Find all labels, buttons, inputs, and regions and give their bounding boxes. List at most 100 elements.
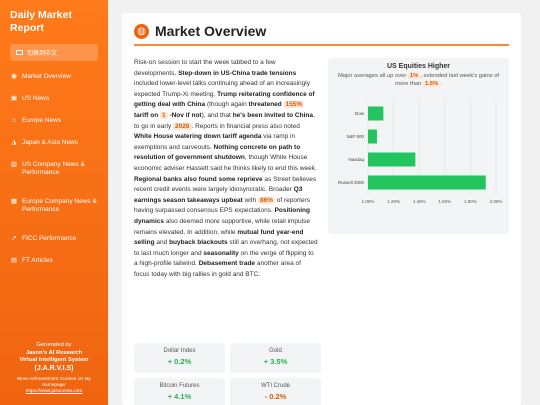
- article-bold: Step-down in US-China trade tensions: [178, 69, 297, 77]
- asset-change: - 0.2%: [264, 392, 287, 401]
- article-span: (though again: [206, 101, 247, 109]
- article-bold: White House watering down tariff agenda: [134, 133, 262, 141]
- language-toggle-label: 切换到中文: [27, 51, 58, 57]
- sidebar-item-market-overview[interactable]: ◉ Market Overview: [0, 73, 108, 81]
- article-span: with: [244, 196, 257, 204]
- x-tick-label: 1.40%: [413, 199, 426, 204]
- sidebar-item-europe-company-news-performance[interactable]: ▦ Europe Company News & Performance: [0, 198, 108, 214]
- chart-subtitle: Major averages all up over 1%, extended …: [334, 72, 503, 88]
- sidebar-item-europe-news[interactable]: ⌂ Europe News: [0, 117, 108, 125]
- sidebar-item-label: FT Articles: [22, 257, 53, 264]
- chart-icon: ↗: [11, 235, 17, 242]
- article-bold: Regional banks also found some reprieve: [134, 175, 263, 183]
- x-tick-label: 1.80%: [464, 199, 477, 204]
- bar-dow: [368, 106, 384, 121]
- sidebar-item-label: FICC Performance: [22, 235, 77, 242]
- asset-name: Gold: [269, 348, 282, 354]
- y-category-label: Nasdaq: [348, 157, 364, 162]
- homepage-link[interactable]: https://www.jasonzeta.com: [26, 389, 83, 394]
- language-toggle-button[interactable]: 切换到中文: [10, 44, 98, 61]
- article-bold: seasonality: [203, 249, 239, 257]
- credit-block: Generated by Jason's AI Research Virtual…: [0, 342, 108, 372]
- app-root: Daily Market Report 切换到中文 ◉ Market Overvi…: [0, 0, 540, 405]
- chart-title: US Equities Higher: [386, 63, 450, 70]
- asset-name: Bitcoin Futures: [159, 383, 200, 389]
- x-tick-label: 1.60%: [438, 199, 451, 204]
- bar-nasdaq: [368, 152, 416, 167]
- asset-tile: Bitcoin Futures + 4.1%: [134, 378, 225, 405]
- flag-icon: ▣: [10, 95, 18, 102]
- bar-chart: 1.00% 1.20% 1.40% 1.60% 1.80% 2.00% Dow S&P 500…: [338, 98, 503, 204]
- title-divider: [134, 44, 509, 46]
- building-icon: ▥: [10, 161, 18, 168]
- sidebar-item-label: Europe News: [22, 117, 62, 124]
- sidebar-item-ficc-performance[interactable]: ↗ FICC Performance: [0, 235, 108, 243]
- globe-icon: ◉: [11, 73, 17, 80]
- article-bold: -Nov if not: [169, 111, 202, 119]
- brand-title: Daily Market Report: [10, 9, 72, 34]
- article-bold: threatened: [248, 101, 282, 109]
- asset-change: + 0.2%: [167, 357, 192, 366]
- x-tick-label: 2.00%: [490, 199, 503, 204]
- credit-author: Jason's AI Research: [25, 349, 83, 356]
- sidebar-item-us-news[interactable]: ▣ US News: [0, 95, 108, 103]
- highlight-badge: 86%: [257, 196, 275, 204]
- overview-body: Risk-on session to start the week tabbed…: [134, 58, 509, 280]
- asset-tile: WTI Crude - 0.2%: [230, 378, 321, 405]
- y-category-label: S&P 500: [346, 134, 364, 139]
- article-bold: buyback blackouts: [169, 239, 228, 247]
- mountain-icon: ◮: [11, 139, 17, 146]
- credit-system: Virtual Intelligent System: [19, 357, 89, 363]
- equities-chart-panel: US Equities Higher Major averages all up…: [328, 58, 509, 234]
- asset-change: + 3.5%: [263, 357, 288, 366]
- highlight-badge: 2026: [173, 122, 192, 130]
- overview-card: ◍ Market Overview Risk-on session to sta…: [122, 13, 521, 405]
- sidebar-item-label: Europe Company News & Performance: [22, 198, 97, 213]
- newspaper-icon: ▤: [10, 257, 18, 264]
- highlight-badge: 1.5%: [422, 81, 441, 87]
- bar-s-p-500: [368, 129, 377, 144]
- sidebar-item-label: US News: [22, 95, 50, 102]
- asset-tiles: Dollar Index + 0.2% Gold + 3.5% Bitcoin Futu…: [134, 343, 322, 405]
- building-icon: ▦: [10, 198, 18, 205]
- credit-acronym: (J.A.R.V.I.S): [34, 364, 74, 372]
- homepage-block: More AI/Investment Content on My Homepag…: [0, 377, 108, 395]
- asset-tile: Dollar Index + 0.2%: [134, 343, 225, 373]
- sidebar-item-label: Japan & Asia News: [22, 139, 79, 146]
- sidebar-item-label: US Company News & Performance: [22, 161, 85, 176]
- x-tick-label: 1.00%: [362, 199, 375, 204]
- y-category-label: Dow: [355, 111, 365, 116]
- highlight-badge: 155%: [283, 101, 305, 109]
- sidebar-item-label: Market Overview: [22, 73, 71, 80]
- article-text: Risk-on session to start the week tabbed…: [134, 58, 318, 280]
- article-bold: Debasement trade: [198, 260, 256, 268]
- article-bold: tariff on: [134, 111, 159, 119]
- bar-russell-2000: [368, 175, 486, 190]
- bank-icon: ⌂: [12, 117, 16, 124]
- section-header: ◍ Market Overview: [134, 23, 509, 39]
- sidebar: Daily Market Report 切换到中文 ◉ Market Overvi…: [0, 0, 108, 405]
- article-span: . Reports in financial press also noted: [191, 122, 300, 130]
- article-span: ), and that: [201, 111, 231, 119]
- y-category-label: Russell 2000: [338, 180, 365, 185]
- asset-name: WTI Crude: [260, 383, 290, 389]
- page-title: Market Overview: [155, 23, 267, 39]
- x-tick-label: 1.20%: [387, 199, 400, 204]
- sidebar-item-japan-asia-news[interactable]: ◮ Japan & Asia News: [0, 139, 108, 147]
- article-bold: he's been invited to China: [232, 111, 313, 119]
- article-span: and: [156, 239, 168, 247]
- sidebar-nav: ◉ Market Overview ▣ US News ⌂ Europe News ◮ Jap…: [0, 73, 108, 265]
- main-content: ◍ Market Overview Risk-on session to sta…: [108, 0, 540, 405]
- chart-subtitle-text: Major averages all up over: [337, 73, 407, 79]
- asset-change: + 4.1%: [167, 392, 192, 401]
- highlight-badge: 1: [160, 111, 168, 119]
- credit-line: Generated by: [36, 342, 72, 348]
- asset-tile: Gold + 3.5%: [230, 343, 321, 373]
- sidebar-item-ft-articles[interactable]: ▤ FT Articles: [0, 257, 108, 265]
- asset-name: Dollar Index: [163, 348, 196, 354]
- globe-icon: ◍: [134, 23, 149, 39]
- chart-subtitle-text: .: [440, 81, 442, 87]
- highlight-badge: 1%: [407, 73, 421, 79]
- flag-icon: [16, 50, 23, 55]
- sidebar-item-us-company-news-performance[interactable]: ▥ US Company News & Performance: [0, 161, 108, 177]
